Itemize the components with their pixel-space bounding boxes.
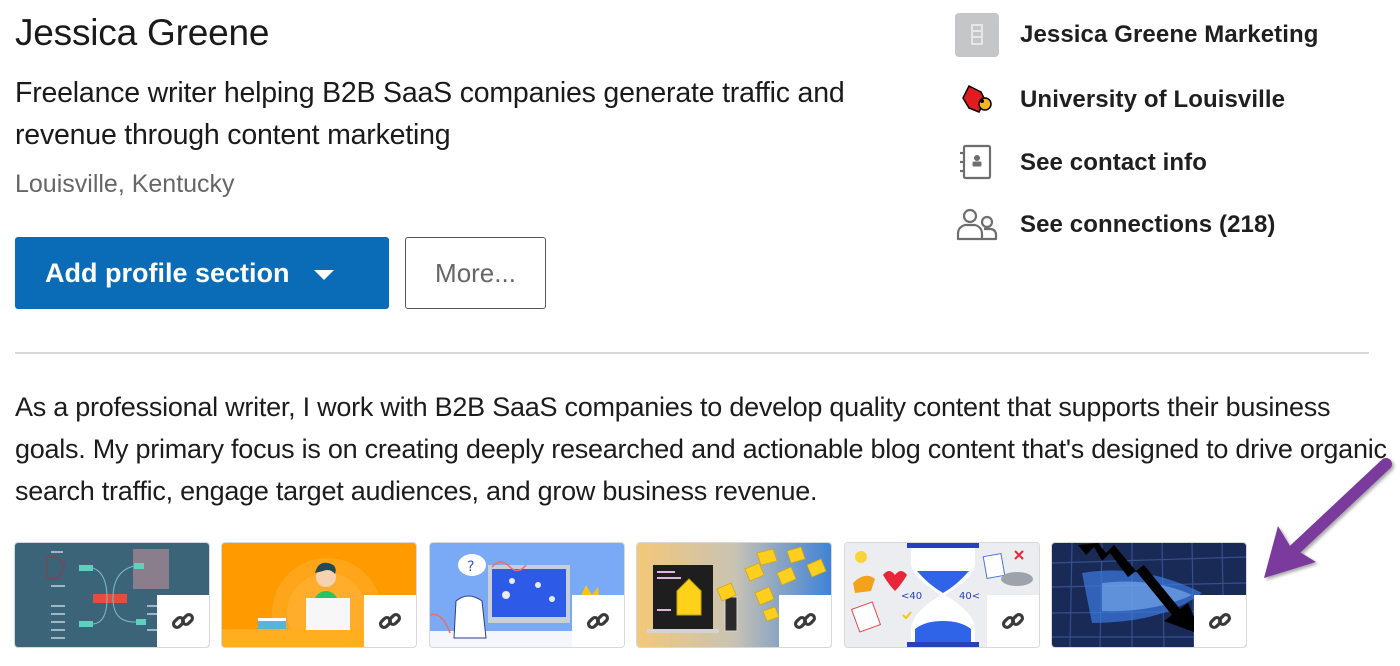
connections-label: See connections (218) <box>1020 211 1276 238</box>
caret-down-icon <box>313 270 334 280</box>
svg-text:?: ? <box>467 559 474 575</box>
add-profile-section-label: Add profile section <box>45 257 290 288</box>
svg-text:40<: 40< <box>959 591 980 602</box>
link-icon <box>364 595 416 647</box>
education-link[interactable]: University of Louisville <box>955 78 1285 122</box>
cardinal-logo-icon <box>955 78 999 122</box>
link-icon <box>779 595 831 647</box>
link-icon <box>572 595 624 647</box>
company-name: Jessica Greene Marketing <box>1020 21 1319 48</box>
media-thumbnail-hourglass[interactable]: <40 40< <box>845 543 1039 647</box>
people-icon <box>955 203 999 247</box>
company-building-icon <box>955 13 999 57</box>
link-icon <box>157 595 209 647</box>
link-icon <box>987 595 1039 647</box>
media-thumbnail-person-laptop[interactable] <box>222 543 416 647</box>
school-name: University of Louisville <box>1020 86 1286 113</box>
media-thumbnail-falling-arrow[interactable] <box>1052 543 1246 647</box>
media-thumbnail-laptop-emails[interactable] <box>637 543 831 647</box>
about-summary: As a professional writer, I work with B2… <box>15 392 1387 506</box>
add-profile-section-button[interactable]: Add profile section <box>15 237 389 309</box>
profile-location: Louisville, Kentucky <box>15 170 235 198</box>
contact-info-label: See contact info <box>1020 149 1207 176</box>
link-icon <box>1194 595 1246 647</box>
current-company-link[interactable]: Jessica Greene Marketing <box>955 13 1319 57</box>
contact-info-link[interactable]: See contact info <box>955 141 1207 185</box>
profile-name: Jessica Greene <box>15 12 270 53</box>
profile-headline: Freelance writer helping B2B SaaS compan… <box>15 77 845 151</box>
connections-link[interactable]: See connections (218) <box>955 203 1276 247</box>
svg-text:<40: <40 <box>901 591 922 602</box>
contact-book-icon <box>955 141 999 185</box>
media-thumbnail-mouse-whiteboard[interactable]: ? <box>430 543 624 647</box>
more-button[interactable]: More... <box>405 237 546 309</box>
section-divider <box>15 352 1369 354</box>
media-thumbnail-mind-map[interactable] <box>15 543 209 647</box>
